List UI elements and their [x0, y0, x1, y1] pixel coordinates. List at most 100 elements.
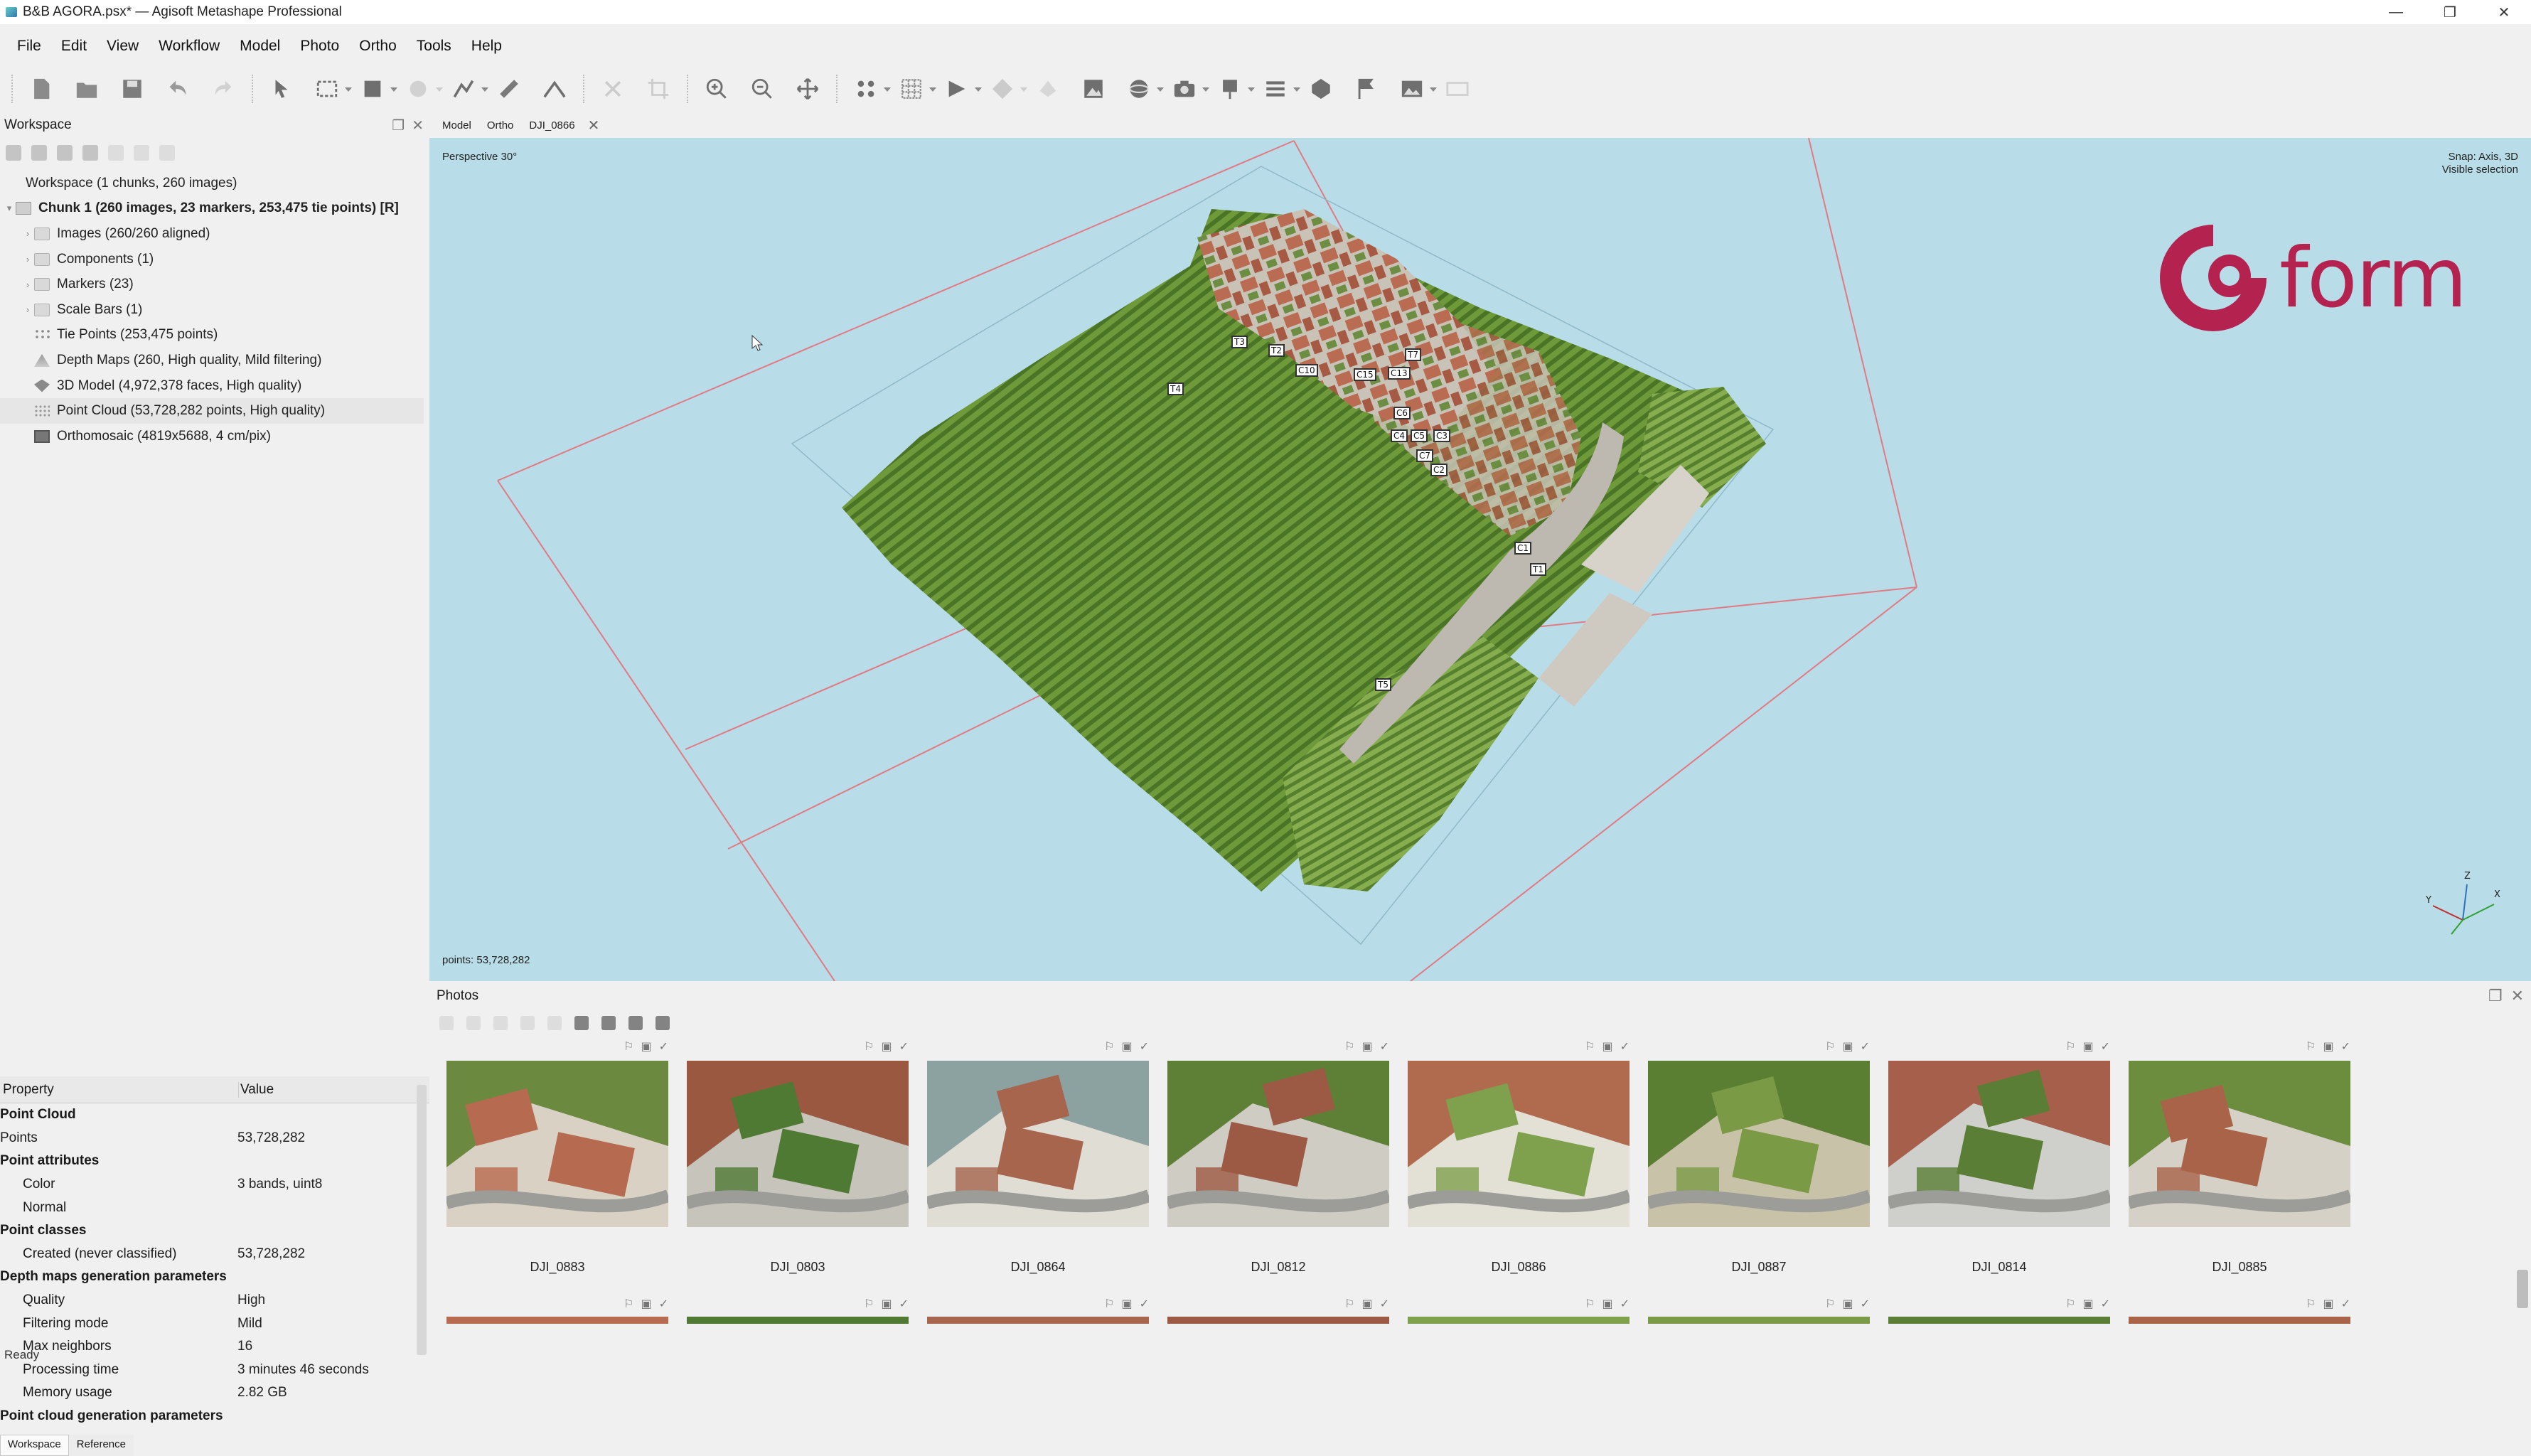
photo-thumbnail[interactable]: ⚐ ▣ ✓: [446, 1297, 668, 1339]
close-panel-icon[interactable]: ✕: [412, 117, 424, 134]
marker-flag[interactable]: T7: [1405, 348, 1421, 361]
property-row[interactable]: Point Cloud: [0, 1103, 429, 1127]
line-button[interactable]: [538, 73, 571, 105]
remove-icon[interactable]: [82, 145, 98, 161]
property-row[interactable]: Max neighbors 16: [0, 1335, 429, 1359]
marker-flag[interactable]: C6: [1393, 407, 1411, 419]
photo-thumbnail[interactable]: ⚐ ▣ ✓: [687, 1297, 909, 1339]
property-row[interactable]: Filtering mode Mild: [0, 1312, 429, 1335]
remove-photo-icon[interactable]: [493, 1016, 508, 1030]
undo-button[interactable]: [161, 73, 194, 105]
disable-icon[interactable]: [134, 145, 149, 161]
rotate-left-icon[interactable]: [439, 1016, 454, 1030]
menu-view[interactable]: View: [97, 38, 149, 55]
rotate-right-icon[interactable]: [466, 1016, 481, 1030]
marker-flag[interactable]: T2: [1268, 344, 1285, 357]
region-button[interactable]: [1305, 73, 1337, 105]
grid-button[interactable]: [895, 73, 936, 105]
value-column-header[interactable]: Value: [239, 1082, 274, 1098]
marker-flag[interactable]: C7: [1416, 449, 1434, 462]
photo-thumbnail[interactable]: ⚐ ▣ ✓ DJI_0885: [2129, 1039, 2350, 1281]
marker-flag[interactable]: C4: [1391, 429, 1408, 442]
photo-thumbnail[interactable]: ⚐ ▣ ✓: [1888, 1297, 2110, 1339]
tab-workspace[interactable]: Workspace: [0, 1435, 69, 1456]
view-mode-icon[interactable]: [601, 1016, 616, 1030]
menu-photo[interactable]: Photo: [290, 38, 349, 55]
model-viewport[interactable]: Perspective 30° Snap: Axis, 3D Visible s…: [429, 138, 2531, 981]
close-window-button[interactable]: ✕: [2477, 0, 2531, 24]
photo-thumbnail[interactable]: ⚐ ▣ ✓: [2129, 1297, 2350, 1339]
close-tab-icon[interactable]: ✕: [588, 117, 600, 134]
add-photos-icon[interactable]: [31, 145, 47, 161]
menu-file[interactable]: File: [7, 38, 51, 55]
ruler-button[interactable]: [493, 73, 525, 105]
open-button[interactable]: [70, 73, 103, 105]
tab-photo[interactable]: DJI_0866: [523, 118, 580, 133]
show-model-button[interactable]: [941, 73, 982, 105]
disable-photo-icon[interactable]: [547, 1016, 562, 1030]
list-button[interactable]: [1259, 73, 1300, 105]
photo-thumbnail[interactable]: ⚐ ▣ ✓: [1408, 1297, 1630, 1339]
marker-flag[interactable]: C5: [1411, 429, 1428, 442]
property-column-header[interactable]: Property: [0, 1081, 239, 1098]
property-row[interactable]: Point attributes: [0, 1150, 429, 1173]
add-folder-icon[interactable]: [57, 145, 73, 161]
property-row[interactable]: Depth maps generation parameters: [0, 1265, 429, 1289]
property-row[interactable]: Quality High: [0, 1289, 429, 1312]
properties-scrollbar[interactable]: [417, 1085, 427, 1355]
thumbnail-options-icon[interactable]: [656, 1016, 670, 1030]
tree-item[interactable]: Depth Maps (260, High quality, Mild filt…: [0, 348, 424, 373]
tree-item[interactable]: Tie Points (253,475 points): [0, 323, 424, 348]
add-chunk-icon[interactable]: [6, 145, 21, 161]
minimize-button[interactable]: —: [2369, 0, 2423, 24]
property-row[interactable]: Memory usage 2.82 GB: [0, 1381, 429, 1405]
close-photos-panel-icon[interactable]: ✕: [2511, 987, 2524, 1005]
image-button[interactable]: [1396, 73, 1437, 105]
expand-arrow-icon[interactable]: ›: [21, 228, 34, 239]
camera-button[interactable]: [1168, 73, 1209, 105]
photos-scroll-thumb[interactable]: [2517, 1270, 2528, 1308]
photo-thumbnail[interactable]: ⚐ ▣ ✓ DJI_0887: [1648, 1039, 1870, 1281]
menu-model[interactable]: Model: [230, 38, 290, 55]
property-row[interactable]: Point classes: [0, 1219, 429, 1243]
zoom-in-button[interactable]: [700, 73, 733, 105]
photo-thumbnail[interactable]: ⚐ ▣ ✓ DJI_0803: [687, 1039, 909, 1281]
photo-thumbnail[interactable]: ⚐ ▣ ✓ DJI_0864: [927, 1039, 1149, 1281]
photo-thumbnail[interactable]: ⚐ ▣ ✓ DJI_0886: [1408, 1039, 1630, 1281]
float-photos-panel-icon[interactable]: ❐: [2488, 987, 2503, 1005]
photo-thumbnail[interactable]: ⚐ ▣ ✓ DJI_0814: [1888, 1039, 2110, 1281]
tree-item[interactable]: Point Cloud (53,728,282 points, High qua…: [0, 398, 424, 424]
sphere-button[interactable]: [1123, 73, 1164, 105]
marker-flag[interactable]: T4: [1167, 382, 1184, 395]
marker-flag[interactable]: C3: [1433, 429, 1451, 442]
tree-item[interactable]: ▾ Chunk 1 (260 images, 23 markers, 253,47…: [0, 196, 424, 222]
orthomosaic-button[interactable]: [1077, 73, 1110, 105]
marker-flag[interactable]: C2: [1430, 464, 1448, 476]
expand-arrow-icon[interactable]: ›: [21, 254, 34, 264]
texture-button[interactable]: [1032, 73, 1064, 105]
menu-ortho[interactable]: Ortho: [349, 38, 407, 55]
enable-photo-icon[interactable]: [520, 1016, 535, 1030]
property-row[interactable]: Normal: [0, 1196, 429, 1219]
menu-workflow[interactable]: Workflow: [149, 38, 230, 55]
marker-flag[interactable]: T5: [1375, 678, 1391, 691]
expand-arrow-icon[interactable]: ▾: [3, 203, 16, 214]
photo-thumbnail[interactable]: ⚐ ▣ ✓ DJI_0812: [1167, 1039, 1389, 1281]
marker-flag[interactable]: C10: [1295, 364, 1318, 377]
select-tool-button[interactable]: [265, 73, 298, 105]
marker-flag[interactable]: C15: [1354, 368, 1376, 381]
tree-item[interactable]: 3D Model (4,972,378 faces, High quality): [0, 373, 424, 399]
zoom-out-button[interactable]: [746, 73, 778, 105]
marker-flag[interactable]: T3: [1231, 336, 1248, 348]
move-button[interactable]: [791, 73, 824, 105]
redo-button[interactable]: [207, 73, 240, 105]
expand-arrow-icon[interactable]: ›: [21, 304, 34, 315]
tree-item[interactable]: Orthomosaic (4819x5688, 4 cm/pix): [0, 424, 424, 449]
property-row[interactable]: Points 53,728,282: [0, 1127, 429, 1150]
crop-button[interactable]: [642, 73, 675, 105]
tab-reference[interactable]: Reference: [68, 1435, 134, 1456]
photo-thumbnail[interactable]: ⚐ ▣ ✓: [927, 1297, 1149, 1339]
marker-flag[interactable]: T1: [1530, 563, 1546, 576]
property-row[interactable]: Created (never classified) 53,728,282: [0, 1243, 429, 1266]
flag-button[interactable]: [1350, 73, 1383, 105]
